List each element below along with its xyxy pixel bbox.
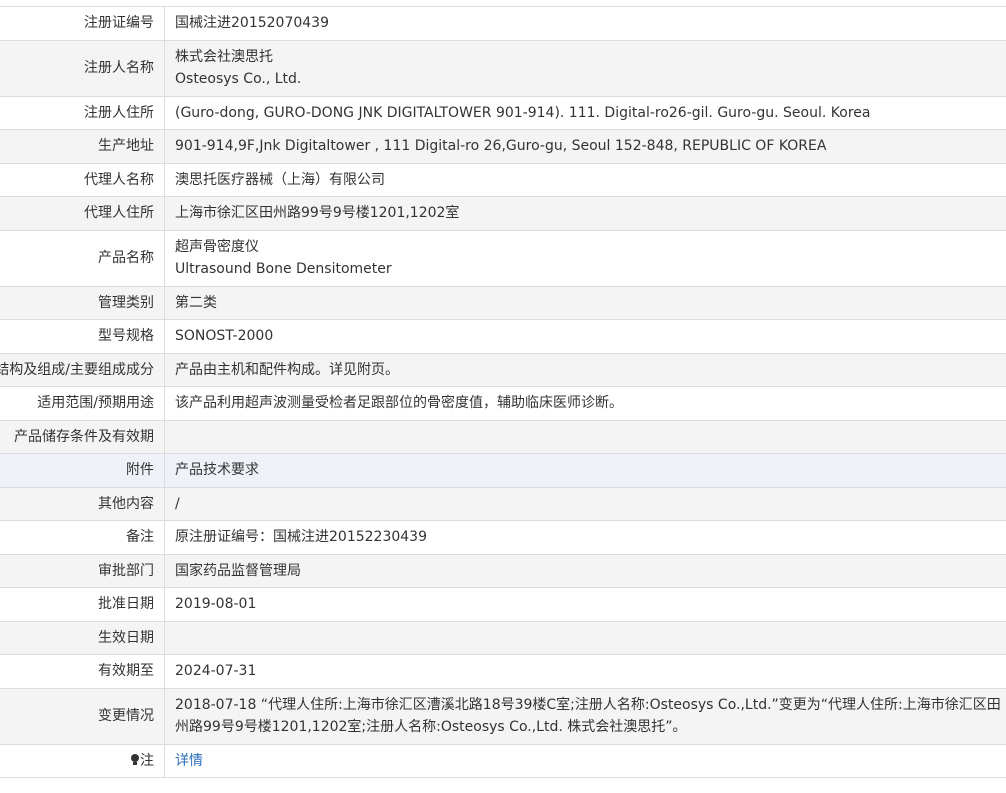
field-value: 第二类 (164, 285, 1006, 320)
table-row: 注册证编号 国械注进20152070439 (0, 6, 1006, 41)
field-value: 901-914,9F,Jnk Digitaltower , 111 Digita… (164, 129, 1006, 164)
field-label: 附件 (0, 453, 165, 488)
field-value: 澳思托医疗器械（上海）有限公司 (164, 162, 1006, 197)
field-label: 代理人住所 (0, 196, 165, 231)
field-label: 产品名称 (0, 229, 165, 287)
field-label: 变更情况 (0, 687, 165, 745)
field-label: 管理类别 (0, 285, 165, 320)
field-value: 上海市徐汇区田州路99号9号楼1201,1202室 (164, 196, 1006, 231)
table-row: 附件 产品技术要求 (0, 453, 1006, 488)
table-row: 型号规格 SONOST-2000 (0, 319, 1006, 354)
field-label: 产品储存条件及有效期 (0, 419, 165, 454)
field-label: 适用范围/预期用途 (0, 386, 165, 421)
table-row: 适用范围/预期用途 该产品利用超声波测量受检者足跟部位的骨密度值，辅助临床医师诊… (0, 386, 1006, 421)
table-row: 审批部门 国家药品监督管理局 (0, 553, 1006, 588)
field-value: 2019-08-01 (164, 587, 1006, 622)
field-value: 超声骨密度仪 Ultrasound Bone Densitometer (164, 229, 1006, 287)
field-value: 产品由主机和配件构成。详见附页。 (164, 352, 1006, 387)
field-value: 国械注进20152070439 (164, 6, 1006, 41)
field-value-line: 超声骨密度仪 (175, 238, 259, 255)
table-row: 其他内容 / (0, 486, 1006, 521)
field-value: 株式会社澳思托 Osteosys Co., Ltd. (164, 39, 1006, 97)
table-row: 代理人住所 上海市徐汇区田州路99号9号楼1201,1202室 (0, 196, 1006, 231)
details-link[interactable]: 详情 (175, 753, 203, 769)
field-value: SONOST-2000 (164, 319, 1006, 354)
field-value-line: 株式会社澳思托 (175, 48, 273, 65)
field-value (164, 620, 1006, 655)
field-value: 国家药品监督管理局 (164, 553, 1006, 588)
field-value: (Guro-dong, GURO-DONG JNK DIGITALTOWER 9… (164, 95, 1006, 130)
table-row: 注册人住所 (Guro-dong, GURO-DONG JNK DIGITALT… (0, 95, 1006, 130)
field-label: 结构及组成/主要组成成分 (0, 352, 165, 387)
table-row: 管理类别 第二类 (0, 285, 1006, 320)
field-value: 产品技术要求 (164, 453, 1006, 488)
table-row: 代理人名称 澳思托医疗器械（上海）有限公司 (0, 162, 1006, 197)
field-label: 注册人名称 (0, 39, 165, 97)
field-label: 审批部门 (0, 553, 165, 588)
table-row: 有效期至 2024-07-31 (0, 654, 1006, 689)
field-value-line: Ultrasound Bone Densitometer (175, 261, 392, 277)
lightbulb-icon (131, 753, 139, 765)
table-row: 注 详情 (0, 743, 1006, 778)
table-row: 变更情况 2018-07-18 “代理人住所:上海市徐汇区漕溪北路18号39楼C… (0, 687, 1006, 745)
field-value: 详情 (164, 743, 1006, 778)
field-value: 该产品利用超声波测量受检者足跟部位的骨密度值，辅助临床医师诊断。 (164, 386, 1006, 421)
table-row: 注册人名称 株式会社澳思托 Osteosys Co., Ltd. (0, 39, 1006, 97)
field-label: 批准日期 (0, 587, 165, 622)
field-value: / (164, 486, 1006, 521)
field-label: 型号规格 (0, 319, 165, 354)
field-label: 代理人名称 (0, 162, 165, 197)
field-label: 有效期至 (0, 654, 165, 689)
field-value-line: Osteosys Co., Ltd. (175, 71, 302, 87)
field-label: 生产地址 (0, 129, 165, 164)
table-row: 备注 原注册证编号：国械注进20152230439 (0, 520, 1006, 555)
field-label: 注册证编号 (0, 6, 165, 41)
registration-detail-table: 注册证编号 国械注进20152070439 注册人名称 株式会社澳思托 Oste… (0, 6, 1006, 778)
field-value: 2018-07-18 “代理人住所:上海市徐汇区漕溪北路18号39楼C室;注册人… (164, 687, 1006, 745)
field-label: 备注 (0, 520, 165, 555)
table-row: 产品名称 超声骨密度仪 Ultrasound Bone Densitometer (0, 229, 1006, 287)
field-value: 原注册证编号：国械注进20152230439 (164, 520, 1006, 555)
table-row: 产品储存条件及有效期 (0, 419, 1006, 454)
field-label: 注册人住所 (0, 95, 165, 130)
table-row: 批准日期 2019-08-01 (0, 587, 1006, 622)
field-value: 2024-07-31 (164, 654, 1006, 689)
field-value (164, 419, 1006, 454)
field-label: 其他内容 (0, 486, 165, 521)
table-row: 结构及组成/主要组成成分 产品由主机和配件构成。详见附页。 (0, 352, 1006, 387)
field-label: 生效日期 (0, 620, 165, 655)
table-row: 生产地址 901-914,9F,Jnk Digitaltower , 111 D… (0, 129, 1006, 164)
table-row: 生效日期 (0, 620, 1006, 655)
field-label: 注 (0, 743, 165, 778)
